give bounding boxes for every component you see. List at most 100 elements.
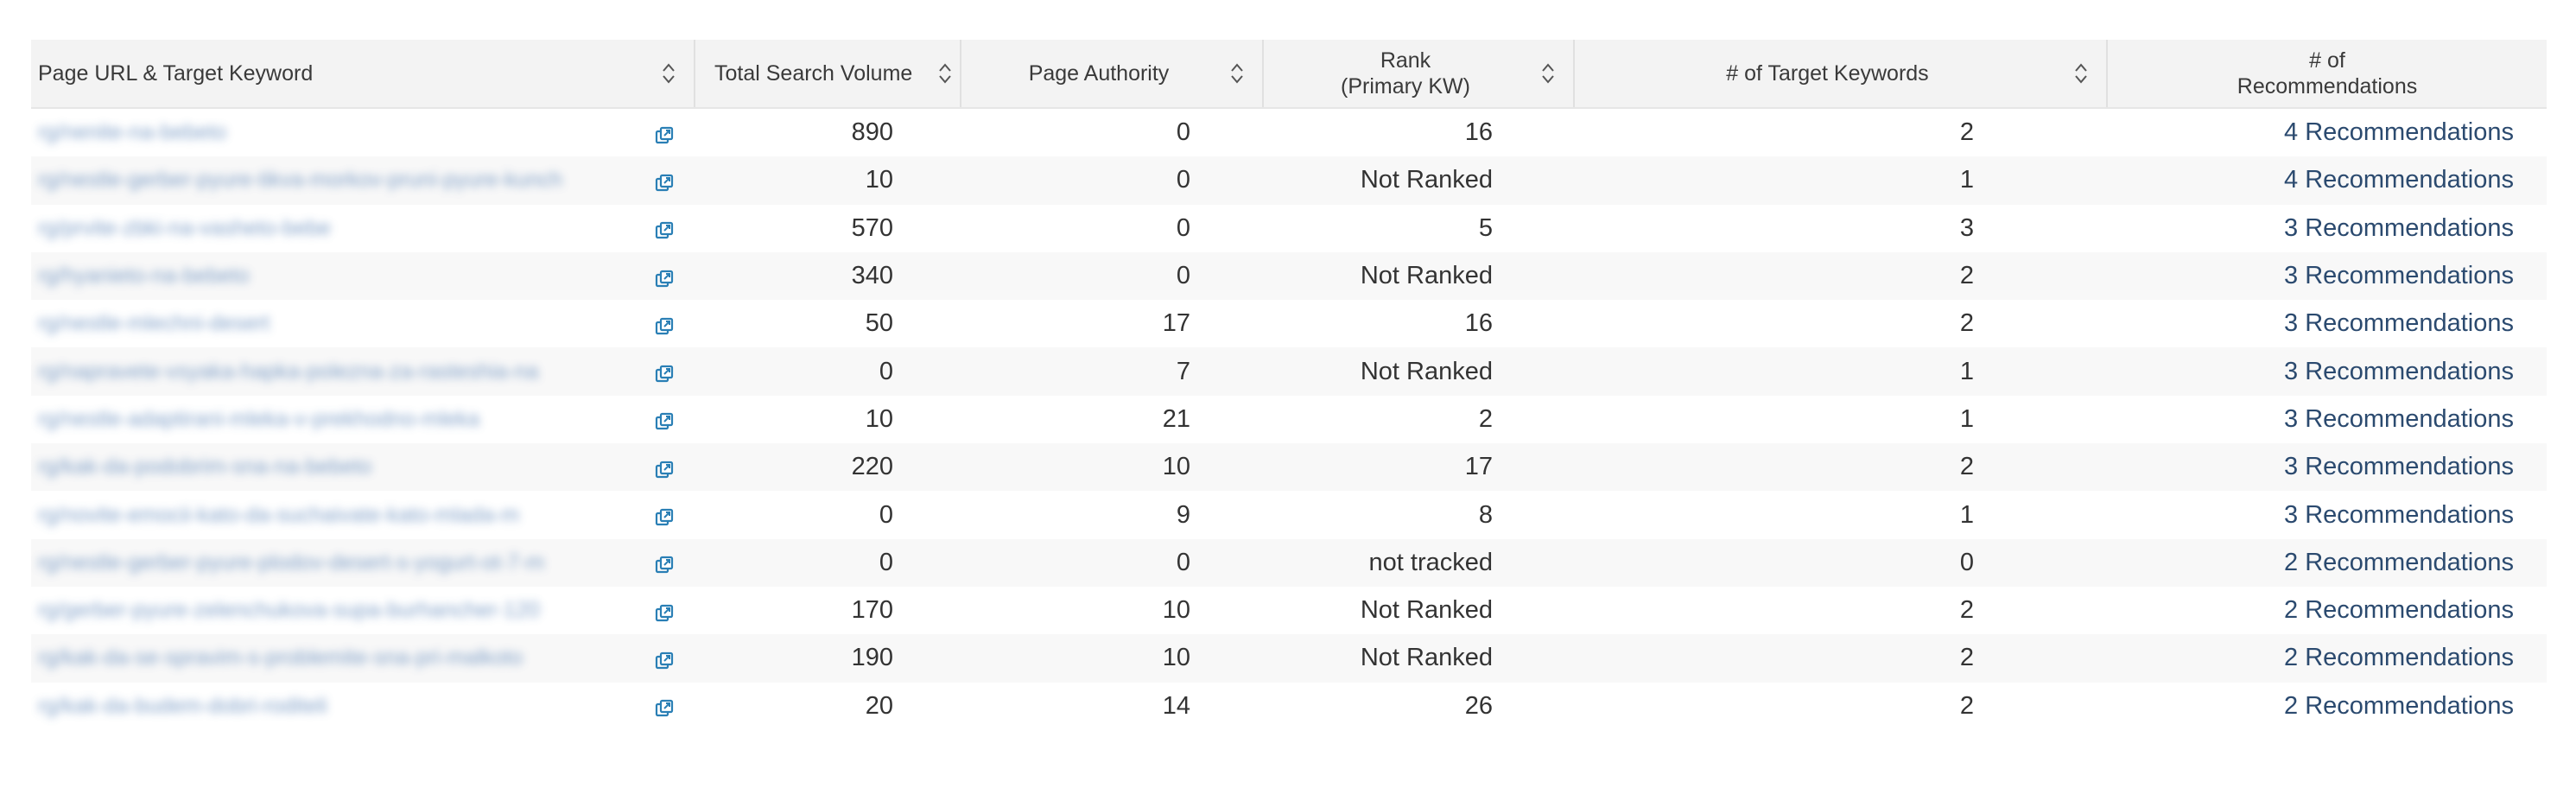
sort-arrows-icon[interactable] — [2073, 61, 2089, 86]
sort-arrows-icon[interactable] — [937, 61, 953, 86]
header-total-search-volume[interactable]: Total Search Volume — [695, 40, 961, 109]
table-row: rg/nestle-gerber-pyure-plodov-desert-s-y… — [31, 538, 2547, 587]
table-row: rg/novite-emocii-kato-da-suchaivate-kato… — [31, 491, 2547, 539]
header-label: Rank (Primary KW) — [1271, 48, 1540, 99]
recommendations-cell: 3 Recommendations — [2107, 491, 2547, 539]
page-url-link[interactable]: rg/novite-emocii-kato-da-suchaivate-kato… — [38, 503, 646, 528]
page-url-link[interactable]: rg/prvite-zbki-na-vasheto-bebe — [38, 216, 646, 241]
recommendations-link[interactable]: 4 Recommendations — [2284, 166, 2514, 194]
rank-primary-kw-cell: 26 — [1263, 682, 1574, 730]
recommendations-link[interactable]: 3 Recommendations — [2284, 501, 2514, 529]
page-authority-cell: 9 — [961, 491, 1263, 539]
external-link-icon[interactable] — [655, 124, 674, 143]
total-search-volume-cell: 570 — [695, 204, 961, 252]
recommendations-link[interactable]: 2 Recommendations — [2284, 644, 2514, 671]
total-search-volume-cell: 340 — [695, 251, 961, 301]
table-row: rg/prvite-zbki-na-vasheto-bebe 570 0 5 3… — [31, 204, 2547, 252]
page-url-link[interactable]: rg/kak-da-budem-dobri-roditeli — [38, 694, 646, 719]
recommendations-link[interactable]: 4 Recommendations — [2284, 118, 2514, 146]
total-search-volume-cell: 890 — [695, 108, 961, 157]
rank-primary-kw-cell: Not Ranked — [1263, 586, 1574, 635]
external-link-icon[interactable] — [655, 553, 674, 574]
recommendations-cell: 2 Recommendations — [2107, 682, 2547, 730]
sort-arrows-icon[interactable] — [1540, 61, 1556, 86]
external-link-icon[interactable] — [655, 505, 674, 526]
total-search-volume-cell: 190 — [695, 634, 961, 683]
sort-arrows-icon[interactable] — [661, 61, 676, 86]
page-authority-cell: 0 — [961, 108, 1263, 157]
recommendations-cell: 3 Recommendations — [2107, 347, 2547, 396]
recommendations-link[interactable]: 3 Recommendations — [2284, 405, 2514, 433]
target-keywords-cell: 1 — [1574, 347, 2107, 396]
page-url-cell: rg/kak-da-budem-dobri-roditeli — [31, 682, 695, 730]
recommendations-link[interactable]: 2 Recommendations — [2284, 549, 2514, 576]
header-target-keywords[interactable]: # of Target Keywords — [1574, 40, 2108, 109]
page-url-link[interactable]: rg/nestle-mlechni-desert — [38, 311, 646, 336]
target-keywords-cell: 2 — [1574, 443, 2107, 492]
recommendations-link[interactable]: 3 Recommendations — [2284, 309, 2514, 337]
target-keywords-cell: 2 — [1574, 300, 2107, 348]
recommendations-link[interactable]: 3 Recommendations — [2284, 453, 2514, 480]
recommendations-link[interactable]: 3 Recommendations — [2284, 358, 2514, 385]
keyword-table-container: Page URL & Target Keyword Total Search V… — [31, 40, 2547, 730]
recommendations-link[interactable]: 2 Recommendations — [2284, 596, 2514, 624]
table-row: rg/kak-da-budem-dobri-roditeli 20 14 26 … — [31, 682, 2547, 730]
page-url-cell: rg/nestle-gerber-pyure-plodov-desert-s-y… — [31, 538, 695, 587]
page-url-link[interactable]: rg/kak-da-podobrim-sna-na-bebeto — [38, 454, 646, 480]
page-url-link[interactable]: rg/nestle-gerber-pyure-plodov-desert-s-y… — [38, 550, 646, 575]
page-url-link[interactable]: rg/nenite-na-bebeto — [38, 120, 646, 145]
external-link-icon[interactable] — [655, 649, 674, 670]
target-keywords-cell: 0 — [1574, 538, 2107, 587]
external-link-icon[interactable] — [655, 315, 674, 334]
external-link-icon[interactable] — [655, 601, 674, 621]
recommendations-cell: 4 Recommendations — [2107, 156, 2547, 205]
header-page-authority[interactable]: Page Authority — [961, 40, 1264, 109]
table-header: Page URL & Target Keyword Total Search V… — [31, 40, 2547, 109]
page-url-link[interactable]: rg/kak-da-se-spravim-s-problemite-sna-pr… — [38, 645, 646, 670]
page-url-cell: rg/prvite-zbki-na-vasheto-bebe — [31, 204, 695, 252]
table-row: rg/nenite-na-bebeto 890 0 16 2 4 Recomme… — [31, 108, 2547, 157]
recommendations-link[interactable]: 2 Recommendations — [2284, 692, 2514, 720]
external-link-icon[interactable] — [655, 458, 674, 478]
header-label-line2: (Primary KW) — [1341, 74, 1470, 98]
recommendations-link[interactable]: 3 Recommendations — [2284, 262, 2514, 289]
external-link-icon[interactable] — [655, 219, 674, 239]
header-label: Page URL & Target Keyword — [38, 61, 314, 86]
total-search-volume-cell: 50 — [695, 300, 961, 348]
target-keywords-cell: 1 — [1574, 395, 2107, 444]
rank-primary-kw-cell: not tracked — [1263, 538, 1574, 587]
external-link-icon[interactable] — [655, 171, 674, 192]
target-keywords-cell: 2 — [1574, 682, 2107, 730]
rank-primary-kw-cell: 8 — [1263, 491, 1574, 539]
table-row: rg/nestle-mlechni-desert 50 17 16 2 3 Re… — [31, 300, 2547, 348]
rank-primary-kw-cell: 5 — [1263, 204, 1574, 252]
recommendations-cell: 2 Recommendations — [2107, 586, 2547, 635]
header-page-url[interactable]: Page URL & Target Keyword — [31, 40, 695, 109]
page-url-cell: rg/kak-da-se-spravim-s-problemite-sna-pr… — [31, 634, 695, 683]
recommendations-link[interactable]: 3 Recommendations — [2284, 214, 2514, 242]
page-url-cell: rg/novite-emocii-kato-da-suchaivate-kato… — [31, 491, 695, 539]
recommendations-cell: 3 Recommendations — [2107, 395, 2547, 444]
page-url-link[interactable]: rg/hyanieto-na-bebeto — [38, 264, 646, 289]
external-link-icon[interactable] — [655, 696, 674, 717]
external-link-icon[interactable] — [655, 267, 674, 287]
page-authority-cell: 7 — [961, 347, 1263, 396]
external-link-icon[interactable] — [655, 362, 674, 383]
page-url-link[interactable]: rg/nestle-adaptirani-mleka-v-prekhodno-m… — [38, 407, 646, 432]
page-url-cell: rg/kak-da-podobrim-sna-na-bebeto — [31, 443, 695, 492]
target-keywords-cell: 2 — [1574, 586, 2107, 635]
header-rank-primary-kw[interactable]: Rank (Primary KW) — [1263, 40, 1575, 109]
rank-primary-kw-cell: 2 — [1263, 395, 1574, 444]
target-keywords-cell: 1 — [1574, 156, 2107, 205]
page-authority-cell: 0 — [961, 538, 1263, 587]
page-url-link[interactable]: rg/nestle-gerber-pyure-tikva-morkov-prun… — [38, 168, 646, 193]
page-url-cell: rg/nestle-mlechni-desert — [31, 300, 695, 348]
external-link-icon[interactable] — [655, 410, 674, 430]
table-row: rg/napravete-vsyaka-hapka-polezna-za-ras… — [31, 347, 2547, 396]
sort-arrows-icon[interactable] — [1229, 61, 1245, 86]
page-url-link[interactable]: rg/napravete-vsyaka-hapka-polezna-za-ras… — [38, 359, 646, 384]
recommendations-cell: 2 Recommendations — [2107, 634, 2547, 683]
page-authority-cell: 10 — [961, 586, 1263, 635]
page-url-link[interactable]: rg/gerber-pyure-zelenchukova-supa-burhan… — [38, 598, 646, 623]
header-row: Page URL & Target Keyword Total Search V… — [31, 40, 2547, 109]
